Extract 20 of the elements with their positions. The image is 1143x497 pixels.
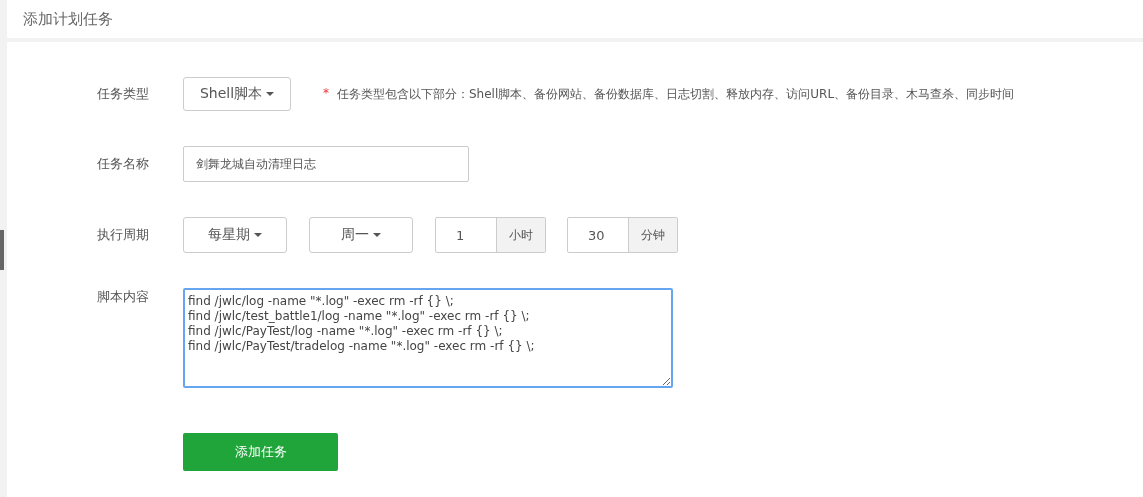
hint-text: 任务类型包含以下部分：Shell脚本、备份网站、备份数据库、日志切割、释放内存、访问URL、备份目录、木马查杀、同步时间: [337, 85, 1015, 103]
input-with-unit[interactable]: 1 小时: [435, 217, 546, 253]
select-dropdown[interactable]: 周一: [309, 217, 413, 253]
field-label: 任务名称: [97, 155, 150, 173]
required-mark: *: [323, 85, 329, 102]
scroll-handle[interactable]: [0, 230, 4, 270]
page-title: 添加计划任务: [23, 9, 113, 29]
caret-icon: [254, 233, 262, 237]
caret-icon: [266, 92, 275, 96]
caret-icon: [373, 233, 381, 237]
script-textarea[interactable]: find /jwlc/log -name "*.log" -exec rm -rf {} \; find /jwlc/test_battle1/log -name "*.log" -exec rm -rf {} \; find /jwlc/PayTest/log -name "*.log" -exec rm -rf {} \; find /jwlc/PayTest/tradelog -name "*.log" -exec rm -rf {} \;: [183, 288, 673, 388]
select-dropdown[interactable]: Shell脚本: [183, 77, 291, 111]
text-field[interactable]: 剑舞龙城自动清理日志: [183, 146, 469, 182]
field-label: 脚本内容: [97, 288, 150, 306]
field-label: 执行周期: [97, 226, 150, 244]
unit-label: 小时: [496, 218, 545, 252]
select-dropdown[interactable]: 每星期: [183, 217, 287, 253]
field-label: 任务类型: [97, 85, 150, 103]
unit-label: 分钟: [628, 218, 677, 252]
input-with-unit[interactable]: 30 分钟: [567, 217, 678, 253]
